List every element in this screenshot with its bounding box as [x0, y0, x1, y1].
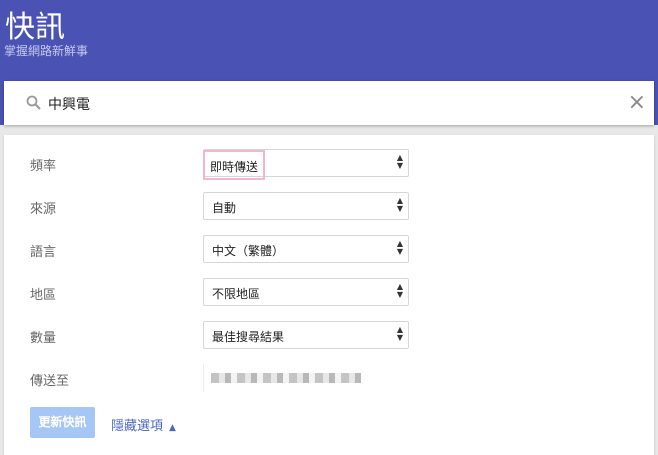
option-row-region: 地區 不限地區 ▲ ▼ — [4, 278, 654, 306]
option-label: 來源 — [30, 202, 57, 217]
redacted-email — [211, 373, 361, 383]
option-row-frequency: 頻率 即時傳送 ▲ ▼ — [4, 149, 654, 180]
option-row-source: 來源 自動 ▲ ▼ — [4, 192, 654, 220]
close-icon[interactable]: × — [628, 90, 646, 115]
caret-up-icon: ▲ — [169, 423, 176, 433]
alert-options-panel: 頻率 即時傳送 ▲ ▼ 來源 自動 ▲ ▼ 語言 中文（繁體） ▲ ▼ 地區 不限地區 ▲ ▼ … — [4, 135, 654, 455]
select-value: 不限地區 — [212, 287, 261, 301]
search-bar[interactable]: 中興電 × — [4, 81, 654, 125]
page-subtitle: 掌握網路新鮮事 — [4, 44, 89, 58]
option-label: 頻率 — [30, 159, 57, 174]
search-input[interactable]: 中興電 — [48, 94, 90, 114]
select-arrows-icon: ▲ ▼ — [396, 325, 403, 342]
option-row-language: 語言 中文（繁體） ▲ ▼ — [4, 235, 654, 263]
hide-options-label: 隱藏選項 — [111, 419, 164, 434]
source-select[interactable]: 自動 ▲ ▼ — [203, 192, 409, 220]
region-select[interactable]: 不限地區 ▲ ▼ — [203, 278, 409, 306]
option-row-deliver-to: 傳送至 — [4, 364, 654, 392]
select-arrows-icon: ▲ ▼ — [396, 153, 403, 170]
select-value: 中文（繁體） — [212, 244, 285, 258]
quantity-select[interactable]: 最佳搜尋結果 ▲ ▼ — [203, 321, 409, 349]
select-arrows-icon: ▲ ▼ — [396, 239, 403, 256]
select-arrows-icon: ▲ ▼ — [396, 196, 403, 213]
option-label: 數量 — [30, 331, 57, 346]
option-label: 語言 — [30, 245, 57, 260]
option-row-quantity: 數量 最佳搜尋結果 ▲ ▼ — [4, 321, 654, 349]
deliver-to-select[interactable] — [203, 364, 409, 392]
select-value: 最佳搜尋結果 — [212, 330, 285, 344]
select-arrows-icon: ▲ ▼ — [396, 282, 403, 299]
hide-options-link[interactable]: 隱藏選項 ▲ — [111, 415, 176, 434]
select-value: 自動 — [212, 201, 237, 215]
option-label: 地區 — [30, 288, 57, 303]
language-select[interactable]: 中文（繁體） ▲ ▼ — [203, 235, 409, 263]
frequency-select[interactable]: 即時傳送 ▲ ▼ — [202, 149, 409, 180]
select-value: 即時傳送 — [202, 150, 266, 180]
search-icon — [26, 95, 41, 110]
option-label: 傳送至 — [30, 374, 70, 389]
update-alert-button[interactable]: 更新快訊 — [30, 407, 95, 438]
page-title: 快訊 — [5, 10, 65, 45]
